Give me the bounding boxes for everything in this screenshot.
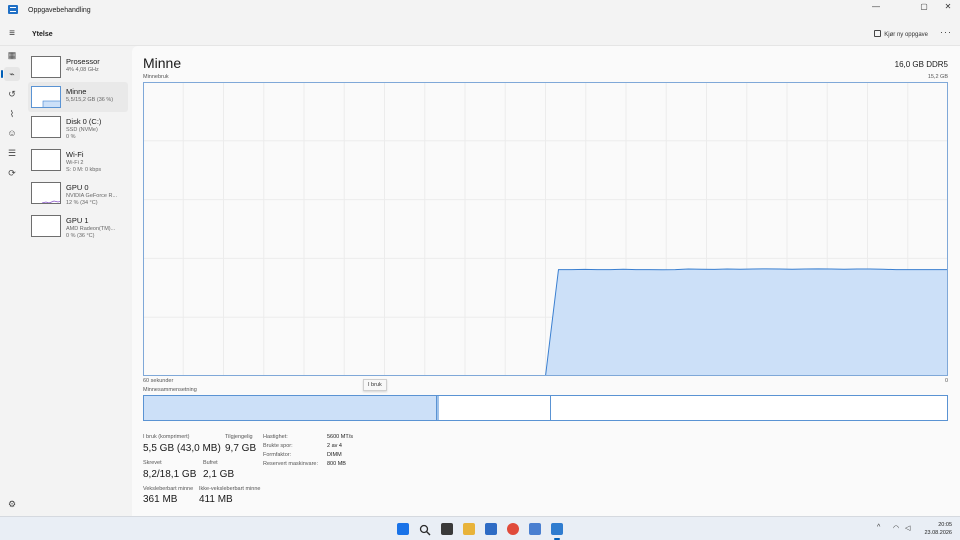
memory-max-label: 15,2 GB: [927, 74, 948, 80]
close-button[interactable]: ✕: [936, 0, 960, 16]
run-new-task-label: Kjør ny oppgave: [884, 32, 928, 38]
task-view-icon[interactable]: [441, 523, 453, 535]
available-label: Tilgjengelig: [225, 434, 253, 440]
perf-item-name: Prosessor: [66, 57, 100, 66]
task-manager-icon: [8, 5, 18, 14]
time-axis-left: 60 sekunder: [143, 378, 174, 384]
services-icon[interactable]: ⟳: [4, 166, 20, 180]
users-icon[interactable]: ☺: [4, 126, 20, 140]
run-task-icon: [874, 30, 882, 37]
perf-item-detail: AMD Radeon(TM)...: [66, 226, 116, 232]
nonpaged-pool-value: 411 MB: [199, 494, 233, 505]
in-use-value: 5,5 GB (43,0 MB): [143, 443, 221, 454]
gpu0-thumbnail: [31, 182, 61, 204]
processes-icon[interactable]: ▦: [4, 48, 20, 62]
hamburger-icon[interactable]: ≡: [6, 28, 18, 40]
more-options-button[interactable]: ···: [940, 27, 952, 37]
maximize-button[interactable]: ▢: [912, 0, 936, 16]
file-explorer-icon[interactable]: [463, 523, 475, 535]
wifi-thumbnail: [31, 149, 61, 171]
paged-pool-value: 361 MB: [143, 494, 178, 505]
perf-item-detail: Wi-Fi 2: [66, 160, 84, 166]
perf-item-wifi[interactable]: Wi-Fi Wi-Fi 2 S: 0 M: 0 kbps: [28, 145, 128, 175]
chrome-icon[interactable]: [507, 523, 519, 535]
perf-item-cpu[interactable]: Prosessor 4% 4,08 GHz: [28, 52, 128, 82]
memory-usage-chart: [143, 82, 948, 376]
perf-item-detail: 4% 4,08 GHz: [66, 67, 99, 73]
title-bar: Oppgavebehandling — ▢ ✕: [0, 0, 960, 22]
tray-chevron-icon[interactable]: ^: [877, 524, 880, 531]
in-use-tooltip: I bruk: [363, 379, 387, 391]
perf-item-name: Disk 0 (C:): [66, 117, 102, 126]
committed-label: Skrevet: [143, 460, 162, 466]
header-bar: ≡ Ytelse Kjør ny oppgave ···: [0, 22, 960, 46]
perf-item-disk[interactable]: Disk 0 (C:) SSD (NVMe) 0 %: [28, 112, 128, 142]
available-value: 9,7 GB: [225, 443, 257, 454]
cached-value: 2,1 GB: [203, 469, 235, 480]
taskbar: ^ ◠ ◁ 20:05 23.08.2026: [0, 516, 960, 540]
perf-item-detail: 12 % (34 °C): [66, 200, 98, 206]
memory-composition-bar: [143, 395, 948, 421]
form-factor-label: Formfaktor:: [263, 452, 292, 458]
page-title: Ytelse: [32, 31, 53, 38]
run-new-task-button[interactable]: Kjør ny oppgave: [874, 30, 928, 38]
details-icon[interactable]: ☰: [4, 146, 20, 160]
perf-item-name: GPU 0: [66, 183, 89, 192]
reserved-label: Reservert maskinvare:: [263, 461, 319, 467]
memory-total: 16,0 GB DDR5: [894, 60, 948, 69]
paged-pool-label: Veksleberbart minne: [143, 486, 194, 492]
wifi-icon[interactable]: ◠: [893, 524, 899, 532]
perf-item-name: Minne: [66, 87, 87, 96]
slots-value: 2 av 4: [327, 443, 342, 449]
form-factor-value: DIMM: [327, 452, 342, 458]
committed-value: 8,2/18,1 GB: [143, 469, 197, 480]
perf-item-gpu0[interactable]: GPU 0 NVIDIA GeForce R... 12 % (34 °C): [28, 178, 128, 208]
reserved-value: 800 MB: [327, 461, 346, 467]
window-title: Oppgavebehandling: [28, 7, 91, 14]
app-history-icon[interactable]: ↺: [4, 87, 20, 101]
slots-label: Brukte spor:: [263, 443, 293, 449]
task-manager-taskbar-icon[interactable]: [551, 523, 563, 535]
memory-thumbnail: [31, 86, 61, 108]
nav-rail: ▦ ⌁ ↺ ⌇ ☺ ☰ ⟳ ⚙: [0, 46, 24, 516]
perf-item-memory[interactable]: Minne 5,5/15,2 GB (36 %): [28, 82, 128, 112]
minimize-button[interactable]: —: [864, 0, 888, 16]
start-icon[interactable]: [397, 523, 409, 535]
perf-item-name: GPU 1: [66, 216, 89, 225]
perf-item-detail: 0 % (36 °C): [66, 233, 95, 239]
store-icon[interactable]: [485, 523, 497, 535]
memory-usage-label: Minnebruk: [143, 74, 169, 80]
performance-list: Prosessor 4% 4,08 GHz Minne 5,5/15,2 GB …: [28, 50, 128, 250]
settings-icon[interactable]: ⚙: [4, 497, 20, 511]
volume-icon[interactable]: ◁: [905, 524, 910, 532]
clock[interactable]: 20:05 23.08.2026: [924, 521, 952, 537]
performance-icon[interactable]: ⌁: [1, 67, 20, 81]
gpu1-thumbnail: [31, 215, 61, 237]
perf-item-gpu1[interactable]: GPU 1 AMD Radeon(TM)... 0 % (36 °C): [28, 211, 128, 241]
panel-title: Minne: [143, 55, 182, 71]
cpu-thumbnail: [31, 56, 61, 78]
composition-label: Minnesammensetning: [143, 387, 197, 393]
clock-time: 20:05: [938, 522, 952, 528]
time-axis-right: 0: [944, 378, 948, 384]
clock-date: 23.08.2026: [924, 530, 952, 536]
photos-icon[interactable]: [529, 523, 541, 535]
perf-item-detail: 0 %: [66, 134, 76, 140]
disk-thumbnail: [31, 116, 61, 138]
cached-label: Bufret: [203, 460, 218, 466]
in-use-label: I bruk (komprimert): [143, 434, 190, 440]
speed-label: Hastighet:: [263, 434, 288, 440]
nonpaged-pool-label: Ikke-veksleberbart minne: [199, 486, 261, 492]
perf-item-detail: SSD (NVMe): [66, 127, 98, 133]
perf-item-detail: 5,5/15,2 GB (36 %): [66, 97, 114, 103]
search-icon[interactable]: [419, 523, 431, 536]
perf-item-detail: NVIDIA GeForce R...: [66, 193, 118, 199]
perf-item-name: Wi-Fi: [66, 150, 84, 159]
composition-in-use: [144, 396, 437, 420]
composition-standby: [439, 396, 551, 420]
speed-value: 5600 MT/s: [327, 434, 353, 440]
perf-item-detail: S: 0 M: 0 kbps: [66, 167, 102, 173]
startup-apps-icon[interactable]: ⌇: [4, 107, 20, 121]
